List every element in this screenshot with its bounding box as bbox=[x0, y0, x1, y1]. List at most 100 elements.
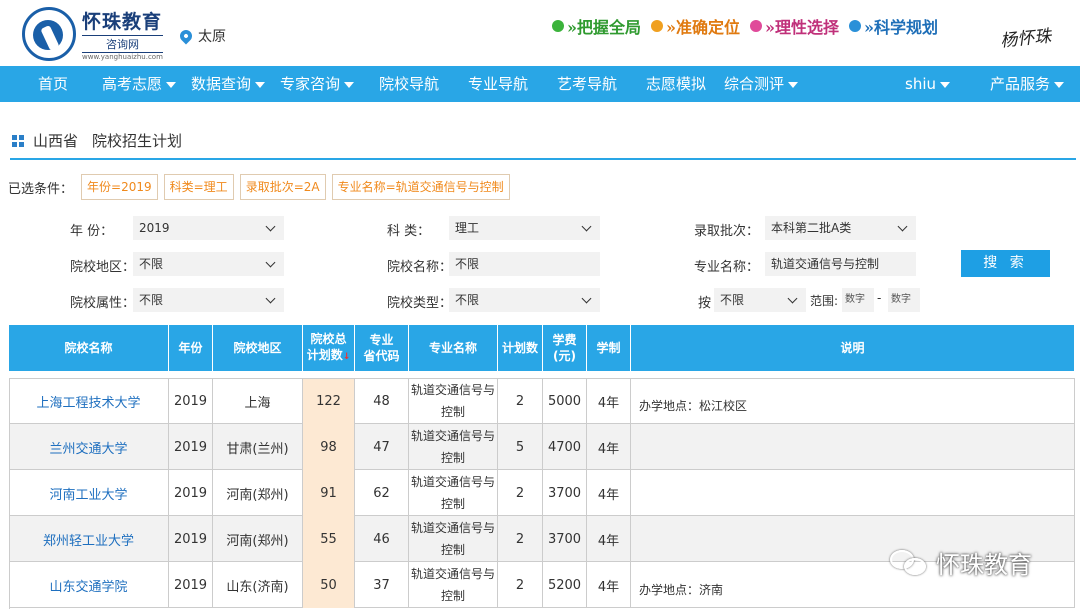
main-nav: 首页 高考志愿 数据查询 专家咨询 院校导航 专业导航 艺考导航 志愿模拟 综合测评 shiu 产品… bbox=[0, 66, 1080, 102]
sort-by-select[interactable]: 不限 bbox=[714, 288, 806, 312]
column-header[interactable]: 学制 bbox=[587, 325, 631, 371]
major-name-cell: 轨道交通信号与控制 bbox=[409, 562, 498, 608]
tuition-cell: 4700 bbox=[543, 424, 587, 470]
nav-item-4[interactable]: 专家咨询 bbox=[280, 66, 355, 102]
batch-select[interactable]: 本科第二批A类 bbox=[765, 216, 916, 240]
nav-item-8[interactable]: 志愿模拟 bbox=[646, 66, 706, 102]
logo-emblem-icon bbox=[22, 7, 76, 61]
column-header[interactable]: 学费 (元) bbox=[543, 325, 587, 371]
bullet-icon bbox=[651, 20, 664, 32]
bullet-icon bbox=[552, 20, 564, 32]
chevron-down-icon bbox=[581, 221, 592, 231]
nav-item-10[interactable]: shiu bbox=[905, 66, 950, 102]
plan-count-cell: 2 bbox=[498, 470, 543, 516]
range-from-placeholder: 数字 bbox=[845, 294, 865, 305]
column-header-text: 学费 bbox=[552, 333, 577, 347]
range-to-placeholder: 数字 bbox=[891, 294, 911, 305]
column-header-text: 计划数 bbox=[501, 341, 538, 355]
column-header-text: 专业名称 bbox=[428, 341, 477, 355]
province-code-cell: 62 bbox=[355, 470, 409, 516]
column-header[interactable]: 年份 bbox=[169, 325, 213, 371]
province-label: 山西省 bbox=[33, 132, 79, 150]
site-header: 怀珠教育 咨询网 www.yanghuaizhu.com 太原 »把握全局 »准确… bbox=[0, 0, 1080, 66]
column-header[interactable]: 院校地区 bbox=[213, 325, 303, 371]
filter-chip[interactable]: 科类=理工 bbox=[163, 174, 234, 200]
duration-cell: 4年 bbox=[587, 470, 631, 516]
chevron-down-icon bbox=[265, 293, 276, 303]
nav-item-3[interactable]: 数据查询 bbox=[191, 66, 266, 102]
selected-filters: 已选条件： 年份=2019 科类=理工 录取批次=2A 专业名称=轨道交通信号与控制 bbox=[8, 174, 510, 200]
column-header-text: 计划数 bbox=[306, 348, 343, 362]
nav-item-label: shiu bbox=[905, 75, 936, 93]
column-header-text: (元) bbox=[553, 349, 576, 363]
sort-by-value: 不限 bbox=[720, 293, 745, 307]
chevron-down-icon bbox=[897, 221, 908, 231]
watermark: 怀珠教育 bbox=[890, 545, 1032, 580]
watermark-text: 怀珠教育 bbox=[936, 551, 1032, 579]
caret-down-icon bbox=[788, 81, 799, 88]
filter-chip[interactable]: 年份=2019 bbox=[81, 174, 158, 200]
nav-item-6[interactable]: 专业导航 bbox=[468, 66, 528, 102]
caret-down-icon bbox=[255, 81, 266, 88]
note-cell bbox=[631, 424, 1075, 470]
school-name-link[interactable]: 上海工程技术大学 bbox=[9, 378, 169, 424]
nav-item-1[interactable]: 首页 bbox=[38, 66, 68, 102]
search-button[interactable]: 搜 索 bbox=[961, 250, 1050, 277]
filter-chip[interactable]: 专业名称=轨道交通信号与控制 bbox=[331, 174, 510, 200]
school-name-link[interactable]: 兰州交通大学 bbox=[9, 424, 169, 470]
region-cell: 河南(郑州) bbox=[213, 470, 303, 516]
by-label: 按 bbox=[698, 296, 712, 311]
city-selector[interactable]: 太原 bbox=[177, 26, 226, 46]
subject-select[interactable]: 理工 bbox=[449, 216, 600, 240]
column-header[interactable]: 院校总 计划数↓ bbox=[303, 325, 355, 371]
column-header-text: 省代码 bbox=[363, 349, 400, 363]
filter-chip[interactable]: 录取批次=2A bbox=[239, 174, 326, 200]
range-from-input[interactable]: 数字 bbox=[842, 288, 874, 312]
type-select-value: 不限 bbox=[455, 293, 480, 307]
nav-item-7[interactable]: 艺考导航 bbox=[557, 66, 617, 102]
logo-subtitle: 咨询网 bbox=[82, 35, 163, 53]
slogan-text: »把握全局 bbox=[567, 18, 642, 37]
major-name-value: 轨道交通信号与控制 bbox=[771, 257, 880, 271]
year-select-value: 2019 bbox=[139, 221, 170, 235]
tuition-cell: 5200 bbox=[543, 562, 587, 608]
column-header[interactable]: 院校名称 bbox=[9, 325, 169, 371]
caret-down-icon bbox=[166, 81, 177, 88]
nav-item-9[interactable]: 综合测评 bbox=[724, 66, 799, 102]
sort-arrow-icon[interactable]: ↓ bbox=[343, 352, 351, 362]
year-select[interactable]: 2019 bbox=[133, 216, 284, 240]
tuition-cell: 5000 bbox=[543, 378, 587, 424]
column-header[interactable]: 专业 省代码 bbox=[355, 325, 409, 371]
province-code-cell: 47 bbox=[355, 424, 409, 470]
school-name-link[interactable]: 山东交通学院 bbox=[9, 562, 169, 608]
type-select[interactable]: 不限 bbox=[449, 288, 600, 312]
region-cell: 甘肃(兰州) bbox=[213, 424, 303, 470]
school-name-value: 不限 bbox=[455, 257, 480, 271]
nav-item-2[interactable]: 高考志愿 bbox=[102, 66, 177, 102]
region-select[interactable]: 不限 bbox=[133, 252, 284, 276]
range-to-input[interactable]: 数字 bbox=[888, 288, 920, 312]
year-cell: 2019 bbox=[169, 562, 213, 608]
note-cell bbox=[631, 470, 1075, 516]
grid-icon bbox=[12, 134, 24, 147]
year-cell: 2019 bbox=[169, 516, 213, 562]
column-header[interactable]: 计划数 bbox=[498, 325, 543, 371]
attr-select[interactable]: 不限 bbox=[133, 288, 284, 312]
province-code-cell: 46 bbox=[355, 516, 409, 562]
nav-item-label: 首页 bbox=[38, 75, 69, 93]
column-header[interactable]: 说明 bbox=[631, 325, 1075, 371]
site-logo[interactable]: 怀珠教育 咨询网 www.yanghuaizhu.com bbox=[22, 6, 172, 62]
nav-item-5[interactable]: 院校导航 bbox=[379, 66, 439, 102]
school-name-input[interactable]: 不限 bbox=[449, 252, 600, 276]
slogan-text: »理性选择 bbox=[765, 18, 840, 37]
school-name-link[interactable]: 河南工业大学 bbox=[9, 470, 169, 516]
major-name-cell: 轨道交通信号与控制 bbox=[409, 516, 498, 562]
major-name-input[interactable]: 轨道交通信号与控制 bbox=[765, 252, 916, 276]
region-cell: 河南(郑州) bbox=[213, 516, 303, 562]
column-header[interactable]: 专业名称 bbox=[409, 325, 498, 371]
school-name-link[interactable]: 郑州轻工业大学 bbox=[9, 516, 169, 562]
nav-item-11[interactable]: 产品服务 bbox=[990, 66, 1065, 102]
signature: 杨怀珠 bbox=[999, 26, 1053, 52]
slogan-1: »把握全局 bbox=[552, 14, 641, 38]
logo-url: www.yanghuaizhu.com bbox=[82, 53, 163, 61]
